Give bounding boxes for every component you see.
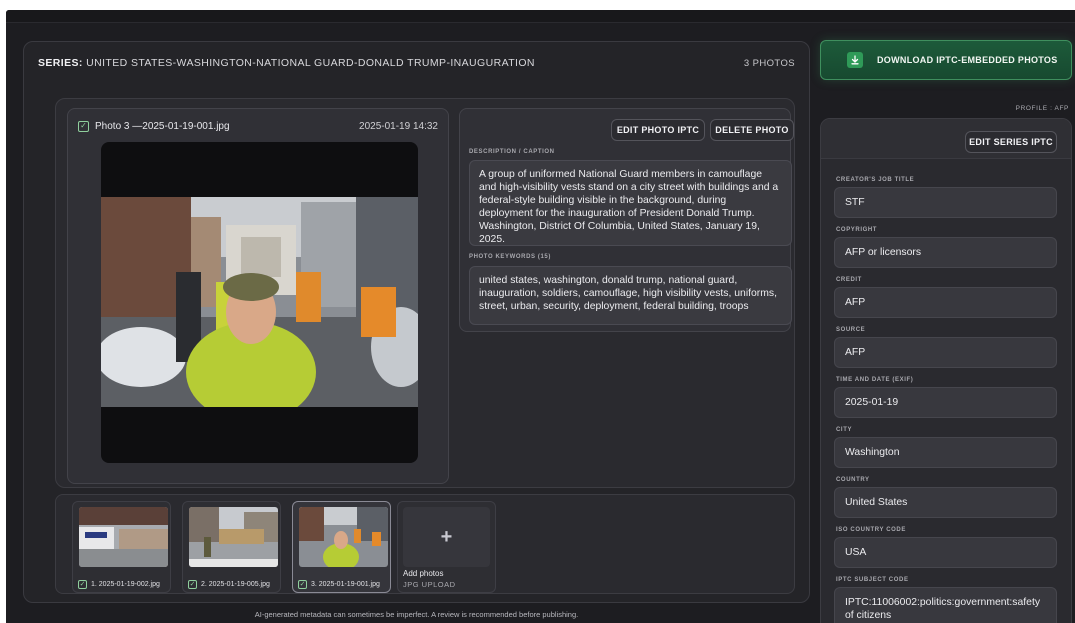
- thumbnail-2-checkbox[interactable]: ✓: [188, 579, 197, 589]
- image-header: ✓ Photo 3 —2025-01-19-001.jpg 2025-01-19…: [78, 119, 438, 133]
- thumbnail-1-checkbox[interactable]: ✓: [78, 579, 87, 589]
- image-area: ✓ Photo 3 —2025-01-19-001.jpg 2025-01-19…: [67, 108, 449, 484]
- series-iptc-panel: EDIT SERIES IPTC CREATOR'S JOB TITLE STF…: [820, 118, 1072, 623]
- download-icon: [847, 52, 863, 68]
- field-subject-code[interactable]: IPTC:11006002:politics:government:safety…: [834, 587, 1057, 623]
- thumbnail-2-caption: ✓ 2. 2025-01-19-005.jpg: [188, 578, 276, 590]
- field-city[interactable]: Washington: [834, 437, 1057, 468]
- keywords-label: PHOTO KEYWORDS (15): [469, 254, 551, 260]
- thumbnail-3-caption: ✓ 3. 2025-01-19-001.jpg: [298, 578, 386, 590]
- field-iso-country[interactable]: USA: [834, 537, 1057, 568]
- field-label-job-title: CREATOR'S JOB TITLE: [836, 177, 915, 183]
- ai-disclaimer: AI-generated metadata can sometimes be i…: [254, 610, 579, 619]
- edit-series-iptc-button[interactable]: EDIT SERIES IPTC: [965, 131, 1057, 153]
- download-iptc-button[interactable]: DOWNLOAD IPTC-EMBEDDED PHOTOS: [820, 40, 1072, 80]
- field-label-country: COUNTRY: [836, 477, 870, 483]
- keywords-text[interactable]: united states, washington, donald trump,…: [469, 266, 792, 325]
- field-copyright[interactable]: AFP or licensors: [834, 237, 1057, 268]
- photo-detail-card: ✓ Photo 3 —2025-01-19-001.jpg 2025-01-19…: [55, 98, 795, 488]
- thumbnail-1-caption: ✓ 1. 2025-01-19-002.jpg: [78, 578, 166, 590]
- series-name: UNITED STATES-WASHINGTON-NATIONAL GUARD-…: [86, 57, 535, 69]
- photo-datetime: 2025-01-19 14:32: [359, 120, 438, 132]
- top-bar: [6, 10, 1075, 23]
- plus-icon: +: [403, 507, 490, 567]
- series-title: SERIES: UNITED STATES-WASHINGTON-NATIONA…: [38, 57, 535, 69]
- series-header: SERIES: UNITED STATES-WASHINGTON-NATIONA…: [38, 55, 795, 71]
- field-label-iso-country: ISO COUNTRY CODE: [836, 527, 906, 533]
- series-prefix: SERIES:: [38, 57, 83, 69]
- series-panel: SERIES: UNITED STATES-WASHINGTON-NATIONA…: [23, 41, 810, 603]
- iptc-panel-header: EDIT SERIES IPTC: [821, 119, 1071, 159]
- field-label-copyright: COPYRIGHT: [836, 227, 878, 233]
- thumbnail-3-label: 3. 2025-01-19-001.jpg: [311, 580, 380, 588]
- app-window: SERIES: UNITED STATES-WASHINGTON-NATIONA…: [6, 10, 1075, 623]
- thumbnail-1[interactable]: ✓ 1. 2025-01-19-002.jpg: [72, 501, 171, 593]
- thumbnail-3[interactable]: ✓ 3. 2025-01-19-001.jpg: [292, 501, 391, 593]
- edit-photo-iptc-button[interactable]: EDIT PHOTO IPTC: [611, 119, 705, 141]
- thumbnail-2[interactable]: ✓ 2. 2025-01-19-005.jpg: [182, 501, 281, 593]
- thumbnail-1-image: [79, 507, 168, 567]
- add-photos-label: Add photos: [403, 569, 444, 578]
- description-label: DESCRIPTION / CAPTION: [469, 149, 555, 155]
- description-text[interactable]: A group of uniformed National Guard memb…: [469, 160, 792, 246]
- photo-count: 3 PHOTOS: [743, 57, 795, 69]
- download-label: DOWNLOAD IPTC-EMBEDDED PHOTOS: [877, 55, 1058, 65]
- add-photos-tile[interactable]: + Add photos JPG UPLOAD: [397, 501, 496, 593]
- photo-filename: Photo 3 —2025-01-19-001.jpg: [95, 120, 230, 132]
- photo-checkbox[interactable]: ✓: [78, 120, 89, 132]
- delete-photo-button[interactable]: DELETE PHOTO: [710, 119, 794, 141]
- field-country[interactable]: United States: [834, 487, 1057, 518]
- field-time-date[interactable]: 2025-01-19: [834, 387, 1057, 418]
- photo-metadata-card: EDIT PHOTO IPTC DELETE PHOTO DESCRIPTION…: [459, 108, 794, 332]
- field-label-city: CITY: [836, 427, 853, 433]
- thumbnail-2-label: 2. 2025-01-19-005.jpg: [201, 580, 270, 588]
- profile-label: PROFILE : AFP: [1015, 105, 1069, 112]
- thumbnail-3-image: [299, 507, 388, 567]
- field-label-time-date: TIME AND DATE (EXIF): [836, 377, 914, 383]
- field-job-title[interactable]: STF: [834, 187, 1057, 218]
- thumbnail-3-checkbox[interactable]: ✓: [298, 579, 307, 589]
- field-label-credit: CREDIT: [836, 277, 862, 283]
- thumbnail-strip: ✓ 1. 2025-01-19-002.jpg ✓ 2. 2025-01-19-…: [55, 494, 795, 594]
- field-source[interactable]: AFP: [834, 337, 1057, 368]
- photo-image: [101, 197, 418, 407]
- field-label-subject-code: IPTC SUBJECT CODE: [836, 577, 909, 583]
- field-credit[interactable]: AFP: [834, 287, 1057, 318]
- thumbnail-2-image: [189, 507, 278, 567]
- photo-preview: [101, 142, 418, 463]
- jpg-upload-label: JPG UPLOAD: [403, 580, 456, 589]
- field-label-source: SOURCE: [836, 327, 866, 333]
- thumbnail-1-label: 1. 2025-01-19-002.jpg: [91, 580, 160, 588]
